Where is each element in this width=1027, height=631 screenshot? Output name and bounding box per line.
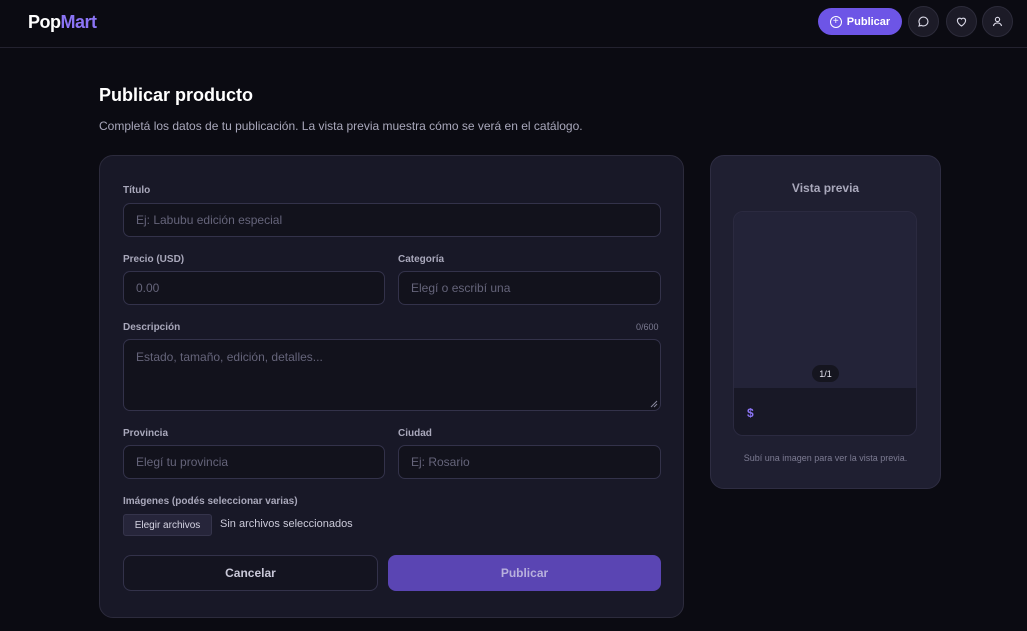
logo[interactable]: PopMart bbox=[28, 12, 97, 33]
publish-button-label: Publicar bbox=[846, 15, 891, 28]
category-label: Categoría bbox=[398, 254, 445, 265]
title-label: Título bbox=[123, 185, 151, 196]
price-placeholder: 0.00 bbox=[136, 281, 160, 295]
profile-button[interactable] bbox=[982, 6, 1013, 37]
price-label: Precio (USD) bbox=[123, 254, 185, 265]
image-pager: 1/1 bbox=[812, 365, 839, 382]
page-subtitle: Completá los datos de tu publicación. La… bbox=[99, 119, 583, 133]
heart-icon bbox=[956, 17, 967, 27]
choose-files-button[interactable]: Elegir archivos bbox=[123, 514, 212, 536]
preview-title: Vista previa bbox=[791, 181, 860, 195]
cancel-button[interactable]: Cancelar bbox=[123, 555, 378, 591]
page-title: Publicar producto bbox=[99, 85, 254, 105]
chat-icon bbox=[918, 16, 929, 27]
description-placeholder: Estado, tamaño, edición, detalles... bbox=[136, 350, 323, 364]
images-label: Imágenes (podés seleccionar varias) bbox=[123, 496, 298, 507]
city-input[interactable]: Ej: Rosario bbox=[398, 445, 661, 479]
title-input[interactable]: Ej: Labubu edición especial bbox=[123, 203, 661, 237]
preview-image-area bbox=[734, 212, 916, 388]
province-input[interactable]: Elegí tu provincia bbox=[123, 445, 385, 479]
category-input[interactable]: Elegí o escribí una bbox=[398, 271, 661, 305]
resize-handle-icon[interactable] bbox=[650, 400, 658, 408]
messages-button[interactable] bbox=[908, 6, 939, 37]
title-placeholder: Ej: Labubu edición especial bbox=[136, 213, 283, 227]
city-placeholder: Ej: Rosario bbox=[411, 455, 470, 469]
top-bar: PopMart + Publicar bbox=[0, 0, 1027, 48]
user-icon bbox=[992, 16, 1003, 27]
province-placeholder: Elegí tu provincia bbox=[136, 455, 229, 469]
description-label: Descripción bbox=[123, 322, 181, 333]
preview-footer bbox=[734, 388, 916, 435]
submit-button[interactable]: Publicar bbox=[388, 555, 661, 591]
description-textarea[interactable]: Estado, tamaño, edición, detalles... bbox=[123, 339, 661, 411]
favorites-button[interactable] bbox=[946, 6, 977, 37]
price-input[interactable]: 0.00 bbox=[123, 271, 385, 305]
preview-hint: Subí una imagen para ver la vista previa… bbox=[743, 453, 908, 463]
category-placeholder: Elegí o escribí una bbox=[411, 281, 511, 295]
province-label: Provincia bbox=[123, 428, 169, 439]
file-status: Sin archivos seleccionados bbox=[220, 518, 353, 530]
preview-product-card bbox=[733, 211, 917, 436]
preview-price: $ bbox=[747, 406, 754, 420]
publish-button[interactable]: + Publicar bbox=[818, 8, 902, 35]
city-label: Ciudad bbox=[398, 428, 432, 439]
description-counter: 0/600 bbox=[636, 322, 659, 332]
plus-circle-icon: + bbox=[829, 15, 842, 28]
